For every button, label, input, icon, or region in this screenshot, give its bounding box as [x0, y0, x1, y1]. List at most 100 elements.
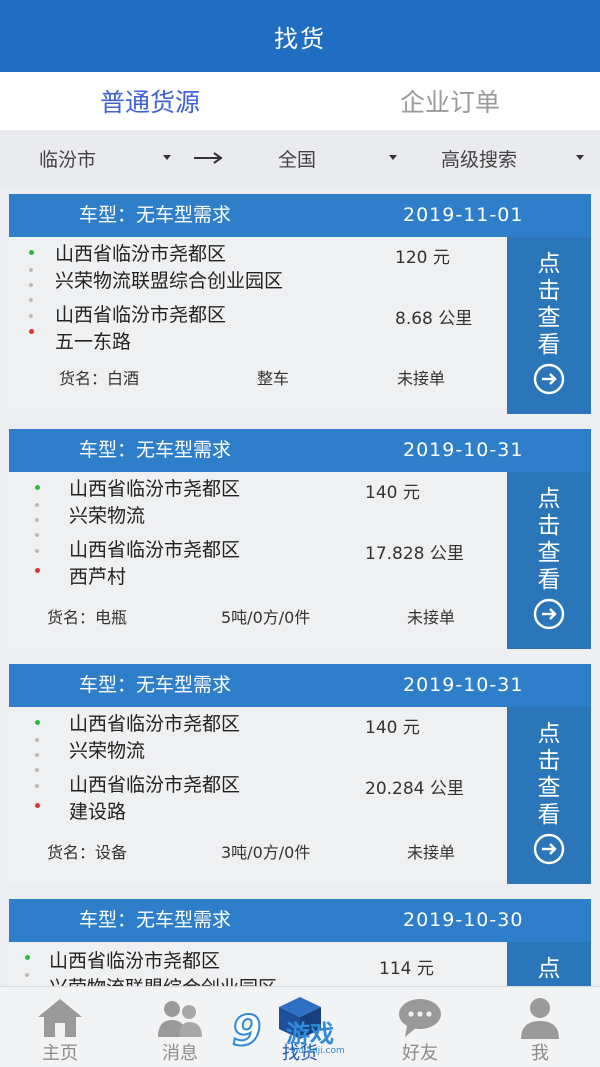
contacts-icon — [158, 1001, 202, 1037]
card-header: 车型：无车型需求 2019-10-31 — [9, 664, 591, 707]
origin-caret-icon — [163, 155, 171, 160]
arrow-right-circle-icon — [533, 598, 565, 630]
route-dot-icon — [29, 298, 33, 302]
chat-bubble-icon — [399, 999, 441, 1037]
origin-filter[interactable]: 临汾市 — [39, 130, 96, 186]
vehicle-type: 车型：无车型需求 — [79, 439, 232, 461]
origin-dot-icon — [29, 250, 34, 255]
origin-dot-icon — [35, 485, 40, 490]
view-details-button[interactable]: 点击查看 — [507, 237, 591, 414]
cargo-card[interactable]: 车型：无车型需求 2019-11-01 山西省临汾市尧都区 兴荣物流联盟综合创业… — [9, 194, 591, 414]
nav-find-cargo[interactable]: 找货 — [240, 987, 360, 1067]
card-header: 车型：无车型需求 2019-11-01 — [9, 194, 591, 237]
home-icon — [38, 999, 82, 1037]
publish-date: 2019-10-31 — [403, 439, 524, 461]
origin-dot-icon — [25, 955, 30, 960]
destination-address-line1: 山西省临汾市尧都区 — [69, 539, 241, 561]
destination-address-line1: 山西省临汾市尧都区 — [69, 774, 241, 796]
route-dot-icon — [35, 753, 39, 757]
goods-name: 货名：电瓶 — [47, 608, 128, 627]
order-status: 未接单 — [397, 369, 446, 388]
advanced-search-filter[interactable]: 高级搜索 — [441, 130, 517, 186]
goods-spec: 3吨/0方/0件 — [221, 843, 311, 862]
top-bar: 找货 — [0, 0, 600, 72]
tab-enterprise-orders[interactable]: 企业订单 — [300, 72, 600, 130]
origin-address-line1: 山西省临汾市尧都区 — [49, 950, 221, 972]
advanced-caret-icon — [576, 155, 584, 160]
route-dot-icon — [35, 503, 39, 507]
origin-address-line1: 山西省临汾市尧都区 — [69, 713, 241, 735]
route-dot-icon — [35, 784, 39, 788]
route-dot-icon — [35, 533, 39, 537]
view-details-label: 点击查看 — [537, 251, 561, 358]
view-details-label: 点 — [537, 956, 561, 982]
order-status: 未接单 — [407, 608, 456, 627]
nav-friends[interactable]: 好友 — [360, 987, 480, 1067]
freight-price: 114 元 — [379, 959, 434, 979]
publish-date: 2019-10-30 — [403, 909, 524, 931]
cargo-card[interactable]: 车型：无车型需求 2019-10-31 山西省临汾市尧都区 兴荣物流 山西省临汾… — [9, 664, 591, 884]
nav-me[interactable]: 我 — [480, 987, 600, 1067]
view-details-label: 点击查看 — [537, 486, 561, 593]
route-dot-icon — [25, 973, 29, 977]
destination-address-line2: 西芦村 — [69, 566, 127, 588]
publish-date: 2019-11-01 — [403, 204, 524, 226]
route-dot-icon — [35, 549, 39, 553]
vehicle-type: 车型：无车型需求 — [79, 909, 232, 931]
route-dot-icon — [29, 268, 33, 272]
freight-price: 140 元 — [365, 718, 420, 738]
cargo-card[interactable]: 车型：无车型需求 2019-10-31 山西省临汾市尧都区 兴荣物流 山西省临汾… — [9, 429, 591, 649]
vehicle-type: 车型：无车型需求 — [79, 674, 232, 696]
view-details-button[interactable]: 点 — [507, 942, 591, 987]
publish-date: 2019-10-31 — [403, 674, 524, 696]
nav-messages[interactable]: 消息 — [120, 987, 240, 1067]
destination-dot-icon — [35, 803, 40, 808]
route-dot-icon — [29, 283, 33, 287]
route-distance: 17.828 公里 — [365, 544, 464, 564]
destination-address-line2: 建设路 — [69, 801, 127, 823]
filter-bar: 临汾市 全国 高级搜索 — [0, 130, 600, 186]
goods-name: 货名：设备 — [47, 843, 128, 862]
person-icon — [521, 998, 559, 1039]
goods-name: 货名：白酒 — [59, 369, 140, 388]
origin-dot-icon — [35, 720, 40, 725]
cube-icon — [279, 997, 321, 1039]
destination-address-line2: 五一东路 — [55, 331, 132, 353]
page-title: 找货 — [274, 24, 326, 53]
card-body: 山西省临汾市尧都区 兴荣物流 山西省临汾市尧都区 建设路 140 元 20.28… — [9, 707, 507, 884]
card-body: 山西省临汾市尧都区 兴荣物流 山西省临汾市尧都区 西芦村 140 元 17.82… — [9, 472, 507, 649]
arrow-right-circle-icon — [533, 833, 565, 865]
route-arrow-icon — [194, 152, 223, 164]
order-status: 未接单 — [407, 843, 456, 862]
goods-spec: 整车 — [257, 369, 290, 388]
goods-spec: 5吨/0方/0件 — [221, 608, 311, 627]
card-header: 车型：无车型需求 2019-10-31 — [9, 429, 591, 472]
origin-address-line1: 山西省临汾市尧都区 — [69, 478, 241, 500]
route-dot-icon — [35, 518, 39, 522]
route-distance: 8.68 公里 — [395, 309, 473, 329]
card-header: 车型：无车型需求 2019-10-30 — [9, 899, 591, 942]
vehicle-type: 车型：无车型需求 — [79, 204, 232, 226]
view-details-button[interactable]: 点击查看 — [507, 472, 591, 649]
arrow-right-circle-icon — [533, 363, 565, 395]
cargo-card[interactable]: 车型：无车型需求 2019-10-30 山西省临汾市尧都区 兴荣物流联盟综合创业… — [9, 899, 591, 987]
destination-caret-icon — [389, 155, 397, 160]
card-body: 山西省临汾市尧都区 兴荣物流联盟综合创业园区 山西省临汾市尧都区 五一东路 12… — [9, 237, 507, 414]
route-dot-icon — [35, 768, 39, 772]
freight-price: 140 元 — [365, 483, 420, 503]
destination-address-line1: 山西省临汾市尧都区 — [55, 304, 227, 326]
tab-ordinary-source[interactable]: 普通货源 — [0, 72, 300, 130]
card-body: 山西省临汾市尧都区 兴荣物流联盟综合创业园区 114 元 — [9, 942, 507, 987]
origin-address-line2: 兴荣物流联盟综合创业园区 — [55, 270, 284, 292]
source-tabs: 普通货源 企业订单 — [0, 72, 600, 130]
route-dot-icon — [35, 738, 39, 742]
view-details-button[interactable]: 点击查看 — [507, 707, 591, 884]
bottom-nav: 主页 消息 找货 好友 我 — [0, 986, 600, 1067]
destination-filter[interactable]: 全国 — [278, 130, 316, 186]
freight-price: 120 元 — [395, 248, 450, 268]
view-details-label: 点击查看 — [537, 721, 561, 828]
origin-address-line2: 兴荣物流 — [69, 505, 146, 527]
route-dot-icon — [29, 314, 33, 318]
nav-home[interactable]: 主页 — [0, 987, 120, 1067]
origin-address-line1: 山西省临汾市尧都区 — [55, 243, 227, 265]
